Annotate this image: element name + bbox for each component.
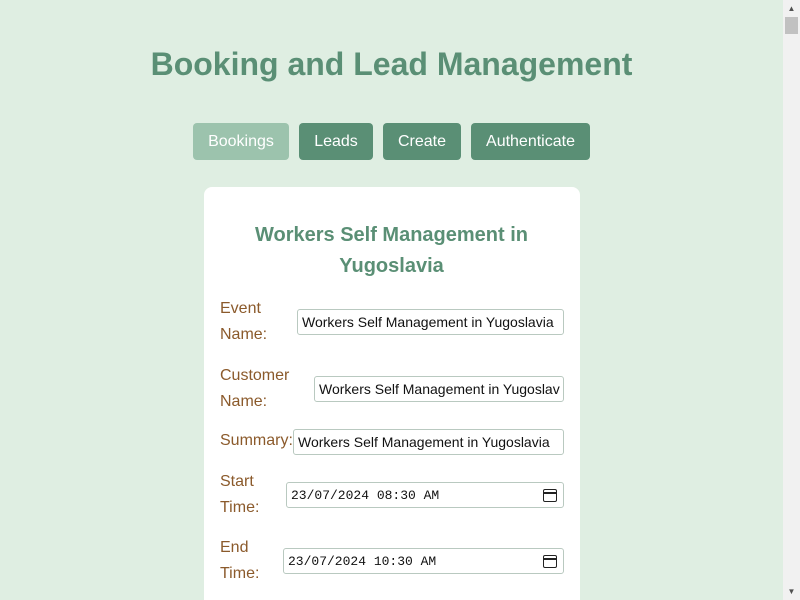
- start-time-value: 23/07/2024 08:30 AM: [291, 487, 440, 503]
- scroll-up-arrow-icon[interactable]: ▲: [783, 0, 800, 17]
- summary-input[interactable]: Workers Self Management in Yugoslavia: [293, 429, 564, 455]
- summary-label: Summary:: [220, 432, 293, 449]
- start-time-label: Start Time:: [220, 473, 260, 516]
- nav-authenticate-button[interactable]: Authenticate: [471, 123, 590, 160]
- main-nav: Bookings Leads Create Authenticate: [0, 123, 783, 160]
- nav-leads-button[interactable]: Leads: [299, 123, 373, 160]
- scroll-down-arrow-icon[interactable]: ▼: [783, 583, 800, 600]
- event-name-input[interactable]: Workers Self Management in Yugoslavia: [297, 309, 564, 335]
- calendar-icon[interactable]: [543, 554, 557, 568]
- scrollbar-thumb[interactable]: [785, 17, 798, 34]
- end-time-input[interactable]: 23/07/2024 10:30 AM: [283, 548, 564, 574]
- vertical-scrollbar[interactable]: ▲ ▼: [783, 0, 800, 600]
- customer-name-input[interactable]: Workers Self Management in Yugoslav: [314, 376, 564, 402]
- end-time-value: 23/07/2024 10:30 AM: [288, 553, 437, 569]
- booking-title: Workers Self Management in Yugoslavia: [254, 224, 529, 277]
- page-title: Booking and Lead Management: [150, 46, 633, 82]
- end-time-label: End Time:: [220, 539, 260, 582]
- page: Booking and Lead Management Bookings Lea…: [0, 0, 783, 600]
- nav-bookings-button[interactable]: Bookings: [193, 123, 289, 160]
- nav-create-button[interactable]: Create: [383, 123, 461, 160]
- event-name-label: Event Name:: [220, 300, 268, 343]
- customer-name-label: Customer Name:: [220, 367, 290, 410]
- start-time-input[interactable]: 23/07/2024 08:30 AM: [286, 482, 564, 508]
- calendar-icon[interactable]: [543, 488, 557, 502]
